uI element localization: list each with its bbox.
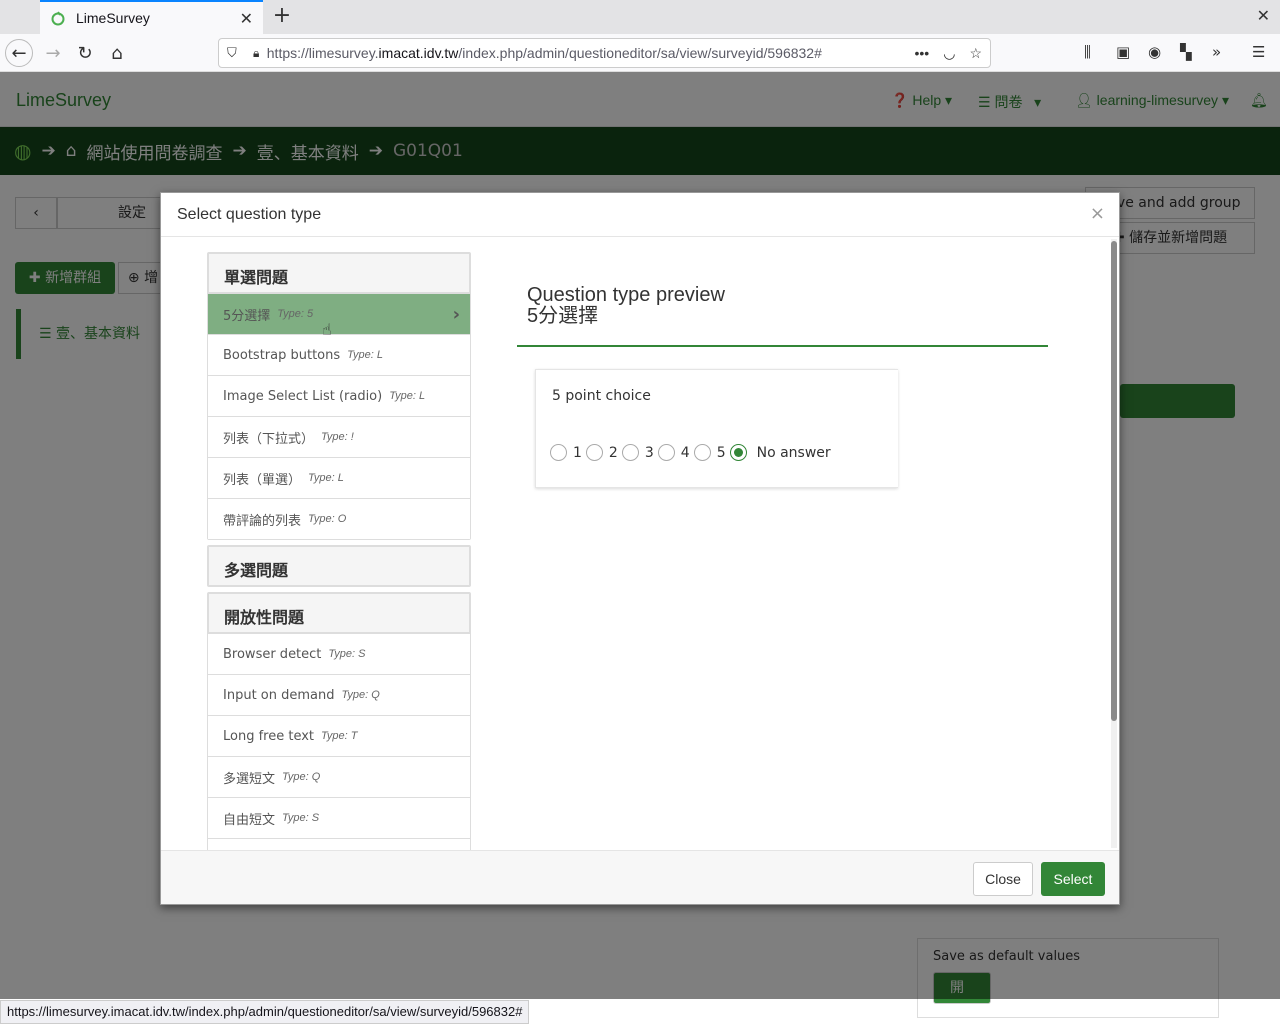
window-close-icon[interactable]: ✕ xyxy=(1257,6,1270,25)
question-type-item[interactable]: Image Select List (radio) Type: L xyxy=(208,375,470,416)
hamburger-menu-icon[interactable]: ☰ xyxy=(1252,43,1265,61)
modal-close-icon[interactable]: × xyxy=(1090,205,1105,223)
limesurvey-favicon-icon xyxy=(51,11,65,26)
select-button[interactable]: Select xyxy=(1041,862,1105,896)
question-type-item[interactable]: Long free text Type: T xyxy=(208,715,470,756)
close-button[interactable]: Close xyxy=(973,862,1033,896)
question-type-item[interactable]: Browser detect Type: S xyxy=(208,633,470,674)
radio-option-selected[interactable] xyxy=(729,444,747,461)
question-type-item[interactable]: 帶評論的列表 Type: O xyxy=(208,498,470,539)
library-icon[interactable]: ⫼ xyxy=(1084,43,1091,61)
question-group-header[interactable]: 開放性問題 xyxy=(208,593,470,633)
preview-heading: Question type preview 5分選擇 xyxy=(527,285,725,327)
preview-title: Question type preview xyxy=(527,284,725,306)
question-group-header[interactable]: 單選問題 xyxy=(208,253,470,293)
question-type-item[interactable]: 列表（單選） Type: L xyxy=(208,457,470,498)
status-bar-url: https://limesurvey.imacat.idv.tw/index.p… xyxy=(0,1000,530,1024)
browser-tabbar: LimeSurvey ✕ + ✕ xyxy=(0,0,1280,34)
modal-footer: Close Select xyxy=(161,850,1119,904)
radio-option[interactable] xyxy=(621,444,639,461)
tab-close-icon[interactable]: ✕ xyxy=(240,9,253,28)
question-group-multiple: 多選問題 xyxy=(207,545,471,587)
bookmark-star-icon[interactable]: ☆ xyxy=(969,45,982,62)
extensions-icon[interactable]: ▚ xyxy=(1180,43,1192,61)
radio-option[interactable] xyxy=(550,444,567,461)
forward-icon[interactable]: → xyxy=(39,39,67,67)
browser-navbar: ← → ↻ ⌂ ⛉ 🔒︎ https://limesurvey.imacat.i… xyxy=(0,34,1280,72)
radio-option[interactable] xyxy=(585,444,603,461)
question-group-single: 單選問題 5分選擇 Type: 5 › Bootstrap buttons Type… xyxy=(207,252,471,540)
preview-card: 5 point choice 1 2 3 4 5 No answer xyxy=(535,369,898,488)
tab-title: LimeSurvey xyxy=(76,10,150,26)
question-type-item[interactable]: Bootstrap buttons Type: L xyxy=(208,334,470,375)
question-type-item[interactable] xyxy=(208,838,470,850)
browser-tab[interactable]: LimeSurvey ✕ xyxy=(40,0,263,34)
sidebar-toggle-icon[interactable]: ▣ xyxy=(1116,43,1130,61)
select-question-type-modal: Select question type × 單選問題 5分選擇 Type: 5 … xyxy=(160,192,1120,905)
question-type-list: 單選問題 5分選擇 Type: 5 › Bootstrap buttons Type… xyxy=(207,252,471,850)
back-icon[interactable]: ← xyxy=(5,39,33,67)
preview-selected-type: 5分選擇 xyxy=(527,305,599,327)
url-bar[interactable]: ⛉ 🔒︎ https://limesurvey.imacat.idv.tw/in… xyxy=(218,38,991,68)
reload-icon[interactable]: ↻ xyxy=(71,39,99,67)
question-type-item[interactable]: 5分選擇 Type: 5 › xyxy=(208,293,470,334)
radio-option[interactable] xyxy=(657,444,675,461)
question-type-item[interactable]: 多選短文 Type: Q xyxy=(208,756,470,797)
question-type-item[interactable]: Input on demand Type: Q xyxy=(208,674,470,715)
question-group-text: 開放性問題 Browser detect Type: S Input on dem… xyxy=(207,592,471,850)
overflow-chevron-icon[interactable]: » xyxy=(1212,43,1221,61)
account-icon[interactable]: ◉ xyxy=(1148,43,1161,61)
more-icon[interactable]: ••• xyxy=(915,45,930,61)
pocket-icon[interactable]: ◡ xyxy=(943,45,955,62)
question-group-header[interactable]: 多選問題 xyxy=(208,546,470,586)
mouse-pointer-icon: ☝︎ xyxy=(322,320,332,339)
new-tab-icon[interactable]: + xyxy=(270,4,294,28)
shield-icon[interactable]: ⛉ xyxy=(227,45,237,61)
modal-body: 單選問題 5分選擇 Type: 5 › Bootstrap buttons Type… xyxy=(161,237,1119,850)
url-text: https://limesurvey.imacat.idv.tw/index.p… xyxy=(266,45,822,61)
question-type-item[interactable]: 自由短文 Type: S xyxy=(208,797,470,838)
lock-icon: 🔒︎ xyxy=(253,45,260,60)
modal-header: Select question type × xyxy=(161,193,1119,237)
chevron-right-icon: › xyxy=(452,304,460,325)
radio-option[interactable] xyxy=(693,444,711,461)
home-icon[interactable]: ⌂ xyxy=(103,39,131,67)
question-type-item[interactable]: 列表（下拉式） Type: ! xyxy=(208,416,470,457)
preview-divider xyxy=(517,345,1048,347)
preview-radio-group: 1 2 3 4 5 No answer xyxy=(550,444,835,461)
preview-question-text: 5 point choice xyxy=(552,388,651,404)
modal-title: Select question type xyxy=(177,206,322,223)
modal-scrollbar-thumb[interactable] xyxy=(1111,241,1117,721)
